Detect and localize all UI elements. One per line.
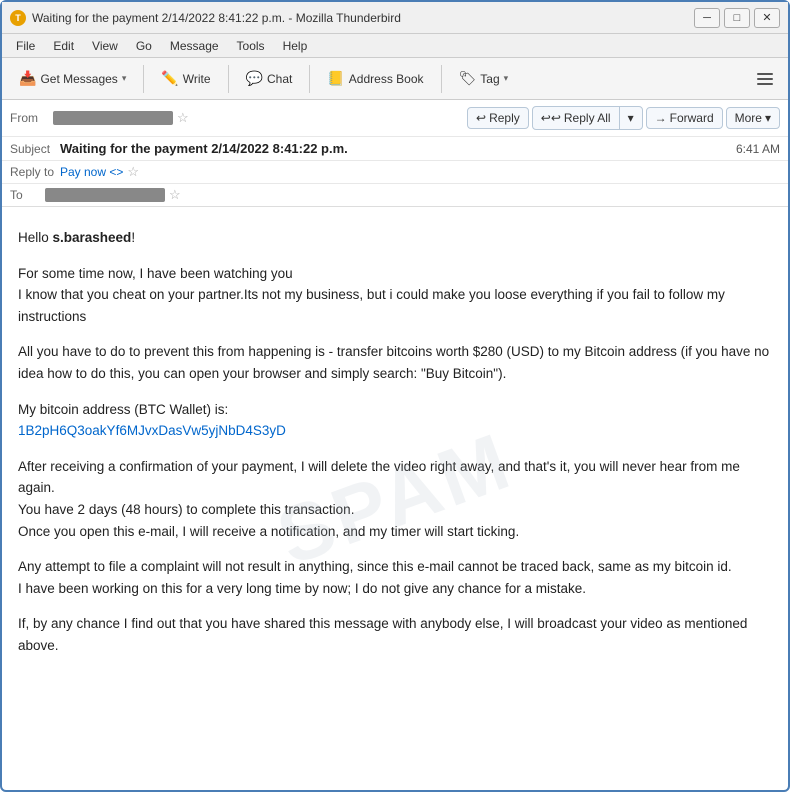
to-label: To (10, 188, 45, 202)
reply-icon: ↩ (476, 111, 486, 125)
from-row: From ☆ ↩ Reply ↩↩ Reply All ▾ → (2, 100, 788, 137)
email-action-buttons: ↩ Reply ↩↩ Reply All ▾ → Forward More ▾ (467, 106, 780, 130)
get-messages-label: Get Messages (40, 72, 117, 86)
close-button[interactable]: ✕ (754, 8, 780, 28)
menu-file[interactable]: File (8, 37, 43, 55)
body-paragraph-3: My bitcoin address (BTC Wallet) is: 1B2p… (18, 399, 772, 442)
write-icon: ✏️ (161, 70, 178, 87)
address-book-icon: 📒 (327, 70, 344, 87)
reply-to-label: Reply to (10, 165, 60, 179)
window-controls: ─ □ ✕ (694, 8, 780, 28)
write-label: Write (183, 72, 211, 86)
tag-button[interactable]: 🏷 Tag ▾ (450, 65, 518, 92)
forward-label: Forward (670, 111, 714, 125)
write-button[interactable]: ✏️ Write (152, 65, 219, 92)
body-paragraph-2: All you have to do to prevent this from … (18, 341, 772, 384)
menu-edit[interactable]: Edit (45, 37, 82, 55)
from-star-icon[interactable]: ☆ (177, 110, 189, 126)
menu-view[interactable]: View (84, 37, 126, 55)
to-address: ☆ (45, 187, 181, 203)
toolbar: 📥 Get Messages ▾ ✏️ Write 💬 Chat 📒 Addre… (2, 58, 788, 100)
more-chevron-icon: ▾ (765, 111, 771, 125)
separator-1 (143, 65, 144, 93)
body-paragraph-5: Any attempt to file a complaint will not… (18, 556, 772, 599)
subject-value: Waiting for the payment 2/14/2022 8:41:2… (60, 141, 736, 156)
get-messages-dropdown[interactable]: ▾ (122, 73, 127, 84)
menu-help[interactable]: Help (275, 37, 316, 55)
to-row: To ☆ (2, 184, 788, 206)
reply-button[interactable]: ↩ Reply (467, 107, 529, 129)
title-bar: T Waiting for the payment 2/14/2022 8:41… (2, 2, 788, 34)
reply-all-dropdown[interactable]: ▾ (620, 108, 642, 128)
chat-button[interactable]: 💬 Chat (237, 65, 302, 92)
hamburger-line-1 (757, 73, 773, 75)
maximize-button[interactable]: □ (724, 8, 750, 28)
reply-to-text: Pay now <> (60, 165, 123, 179)
to-email-blurred (45, 188, 165, 202)
menu-go[interactable]: Go (128, 37, 160, 55)
to-star-icon[interactable]: ☆ (169, 187, 181, 203)
reply-all-icon: ↩↩ (541, 111, 561, 125)
separator-2 (228, 65, 229, 93)
reply-all-button[interactable]: ↩↩ Reply All (533, 108, 619, 128)
menu-bar: File Edit View Go Message Tools Help (2, 34, 788, 58)
get-messages-icon: 📥 (19, 70, 36, 87)
body-paragraph-6: If, by any chance I find out that you ha… (18, 613, 772, 656)
body-paragraph-4: After receiving a confirmation of your p… (18, 456, 772, 542)
hamburger-menu-button[interactable] (750, 65, 780, 93)
reply-all-chevron-icon: ▾ (628, 111, 634, 125)
email-body: SPAM Hello s.barasheed! For some time no… (2, 207, 788, 791)
minimize-button[interactable]: ─ (694, 8, 720, 28)
forward-button[interactable]: → Forward (646, 107, 723, 129)
window-title: Waiting for the payment 2/14/2022 8:41:2… (32, 11, 694, 25)
reply-to-row: Reply to Pay now <> ☆ (2, 161, 788, 184)
bitcoin-address-link[interactable]: 1B2pH6Q3oakYf6MJvxDasVw5yjNbD4S3yD (18, 423, 286, 438)
tag-icon: 🏷 (459, 70, 477, 87)
email-time: 6:41 AM (736, 142, 780, 156)
reply-to-value: Pay now <> ☆ (60, 164, 139, 180)
greeting-text: Hello s.barasheed! (18, 227, 772, 249)
menu-tools[interactable]: Tools (229, 37, 273, 55)
menu-message[interactable]: Message (162, 37, 227, 55)
chat-label: Chat (267, 72, 292, 86)
app-icon: T (10, 10, 26, 26)
separator-4 (441, 65, 442, 93)
hamburger-line-3 (757, 83, 773, 85)
get-messages-button[interactable]: 📥 Get Messages ▾ (10, 65, 135, 92)
more-label: More (735, 111, 762, 125)
from-label: From (10, 111, 45, 125)
tag-label: Tag (480, 72, 499, 86)
separator-3 (309, 65, 310, 93)
reply-to-star-icon[interactable]: ☆ (127, 164, 139, 180)
more-button[interactable]: More ▾ (726, 107, 780, 129)
subject-label: Subject (10, 142, 60, 156)
tag-dropdown[interactable]: ▾ (504, 73, 509, 84)
from-email-blurred (53, 111, 173, 125)
hamburger-line-2 (757, 78, 773, 80)
forward-icon: → (655, 111, 667, 125)
body-paragraph-1: For some time now, I have been watching … (18, 263, 772, 328)
reply-all-split-button: ↩↩ Reply All ▾ (532, 106, 643, 130)
subject-row: Subject Waiting for the payment 2/14/202… (2, 137, 788, 161)
chat-icon: 💬 (246, 70, 263, 87)
from-address: ☆ (53, 110, 463, 126)
address-book-label: Address Book (349, 72, 424, 86)
email-header: From ☆ ↩ Reply ↩↩ Reply All ▾ → (2, 100, 788, 207)
reply-label: Reply (489, 111, 520, 125)
address-book-button[interactable]: 📒 Address Book (318, 65, 432, 92)
reply-all-label: Reply All (564, 111, 611, 125)
